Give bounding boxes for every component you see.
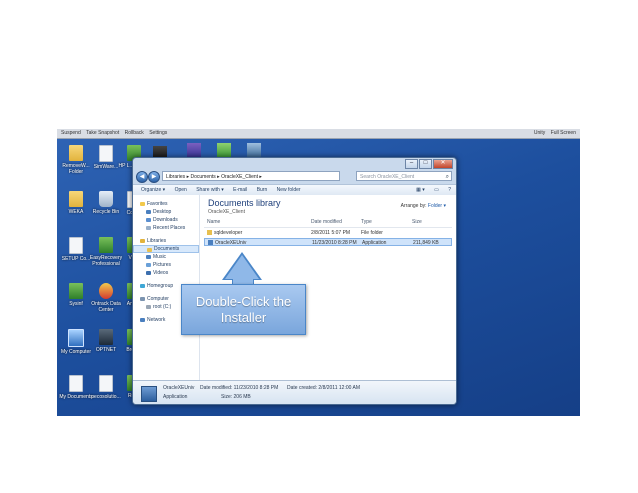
doc-icon: [69, 237, 83, 254]
title-bar[interactable]: – □ ✕: [133, 158, 456, 170]
vm-snapshot-button[interactable]: Take Snapshot: [86, 130, 119, 136]
vm-unity-button[interactable]: Unity: [534, 130, 545, 136]
star-icon: [140, 202, 145, 206]
address-row: ◀ ▶ Libraries ▸ Documents ▸ OracleXE_Cli…: [136, 171, 453, 183]
drive-icon: [146, 305, 151, 309]
recent-places-icon: [146, 226, 151, 230]
network-icon: [140, 318, 145, 322]
arrange-by-dropdown[interactable]: Folder ▾: [428, 203, 446, 209]
red-app-icon: [99, 283, 113, 299]
search-icon: ⌕: [445, 174, 449, 180]
vm-toolbar: Suspend Take Snapshot Rollback Settings …: [57, 129, 580, 139]
vm-rollback-button[interactable]: Rollback: [125, 130, 144, 136]
dark-app-icon: [99, 329, 113, 345]
app-icon: [99, 237, 113, 253]
computer-icon: [140, 297, 145, 301]
view-options-icon[interactable]: ▦ ▾: [416, 187, 425, 193]
forward-button[interactable]: ▶: [148, 171, 160, 183]
desktop-icon: [146, 210, 151, 214]
share-with-button[interactable]: Share with ▾: [196, 187, 224, 193]
column-name[interactable]: Name: [207, 219, 220, 225]
vm-fullscreen-button[interactable]: Full Screen: [551, 130, 576, 136]
breadcrumb-libraries[interactable]: Libraries: [166, 174, 185, 180]
breadcrumb-oraclexe-client[interactable]: OracleXE_Client: [221, 174, 258, 180]
folder-icon: [69, 145, 83, 161]
column-date-modified[interactable]: Date modified: [311, 219, 342, 225]
doc-icon: [69, 375, 83, 392]
pictures-icon: [146, 263, 151, 267]
address-bar[interactable]: Libraries ▸ Documents ▸ OracleXE_Client …: [162, 171, 340, 181]
vm-settings-button[interactable]: Settings: [149, 130, 167, 136]
arrange-by: Arrange by: Folder ▾: [400, 203, 446, 209]
email-button[interactable]: E-mail: [233, 187, 247, 193]
folder-icon: [69, 191, 83, 207]
details-pane: OracleXEUniv Date modified: 11/23/2010 8…: [133, 380, 456, 404]
table-row[interactable]: sqldeveloper 2/8/2011 5:07 PM File folde…: [204, 229, 452, 237]
desktop-icon[interactable]: SETUP Co...: [59, 237, 93, 262]
library-subtitle: OracleXE_Client: [208, 209, 245, 215]
app-icon: [69, 283, 83, 299]
libraries-icon: [140, 239, 145, 243]
desktop-icon[interactable]: My Computer: [59, 329, 93, 355]
application-icon: [141, 386, 157, 402]
column-type[interactable]: Type: [361, 219, 372, 225]
doc-icon: [99, 375, 113, 392]
minimize-button[interactable]: –: [405, 159, 418, 169]
open-button[interactable]: Open: [175, 187, 187, 193]
burn-button[interactable]: Burn: [257, 187, 268, 193]
vm-suspend-button[interactable]: Suspend: [61, 130, 81, 136]
desktop-icon[interactable]: My Documents: [59, 375, 93, 400]
nav-libraries[interactable]: Libraries: [133, 237, 199, 245]
breadcrumb-documents[interactable]: Documents: [190, 174, 215, 180]
column-header: Name Date modified Type Size: [204, 219, 452, 228]
desktop-icon[interactable]: Sysinf: [59, 283, 93, 307]
computer-icon: [68, 329, 84, 347]
downloads-icon: [146, 218, 151, 222]
back-button[interactable]: ◀: [136, 171, 148, 183]
recycle-bin-icon: [99, 191, 113, 207]
organize-button[interactable]: Organize ▾: [141, 187, 165, 193]
search-input[interactable]: Search OracleXE_Client ⌕: [356, 171, 452, 181]
new-folder-button[interactable]: New folder: [277, 187, 301, 193]
documents-icon: [147, 248, 152, 252]
videos-icon: [146, 271, 151, 275]
nav-desktop[interactable]: Desktop: [133, 208, 199, 216]
callout-text: Double-Click the Installer: [181, 284, 306, 335]
close-button[interactable]: ✕: [433, 159, 453, 169]
desktop-icon[interactable]: RemoveW... Folder: [59, 145, 93, 175]
preview-pane-icon[interactable]: ▭: [434, 187, 439, 193]
column-size[interactable]: Size: [412, 219, 422, 225]
maximize-button[interactable]: □: [419, 159, 432, 169]
nav-recent-places[interactable]: Recent Places: [133, 224, 199, 232]
homegroup-icon: [140, 284, 145, 288]
instruction-callout: Double-Click the Installer: [181, 252, 306, 335]
library-title: Documents library: [208, 198, 281, 208]
nav-downloads[interactable]: Downloads: [133, 216, 199, 224]
help-icon[interactable]: ?: [448, 187, 451, 193]
nav-favorites[interactable]: Favorites: [133, 200, 199, 208]
doc-icon: [99, 145, 113, 162]
table-row-selected[interactable]: OracleXEUniv 11/23/2010 8:28 PM Applicat…: [204, 238, 452, 246]
folder-icon: [207, 230, 212, 235]
music-icon: [146, 255, 151, 259]
desktop-icon[interactable]: WEKA: [59, 191, 93, 215]
application-icon: [208, 240, 213, 245]
